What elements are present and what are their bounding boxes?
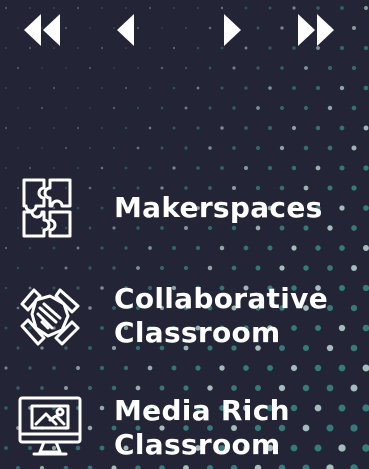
hands-together-icon — [16, 282, 84, 350]
chevron-left-icon — [117, 14, 134, 46]
item-label-line: Makerspaces — [114, 191, 323, 224]
item-label: Collaborative Classroom — [114, 282, 328, 350]
double-chevron-right-icon — [298, 14, 334, 46]
item-label-line: Collaborative — [114, 282, 328, 315]
last-page-button[interactable] — [292, 10, 340, 50]
item-label: Makerspaces — [114, 191, 323, 225]
item-makerspaces[interactable]: Makerspaces — [16, 174, 323, 242]
previous-page-button[interactable] — [102, 10, 150, 50]
item-label-line: Classroom — [114, 316, 281, 349]
item-label-line: Classroom — [114, 428, 281, 461]
puzzle-icon — [16, 174, 84, 242]
double-chevron-left-icon — [24, 14, 60, 46]
item-label: Media Rich Classroom — [114, 394, 290, 462]
first-page-button[interactable] — [18, 10, 66, 50]
next-page-button[interactable] — [208, 10, 256, 50]
item-collaborative-classroom[interactable]: Collaborative Classroom — [16, 282, 328, 350]
item-media-rich-classroom[interactable]: Media Rich Classroom — [16, 394, 290, 462]
monitor-image-icon — [16, 394, 84, 462]
chevron-right-icon — [224, 14, 241, 46]
item-label-line: Media Rich — [114, 394, 290, 427]
